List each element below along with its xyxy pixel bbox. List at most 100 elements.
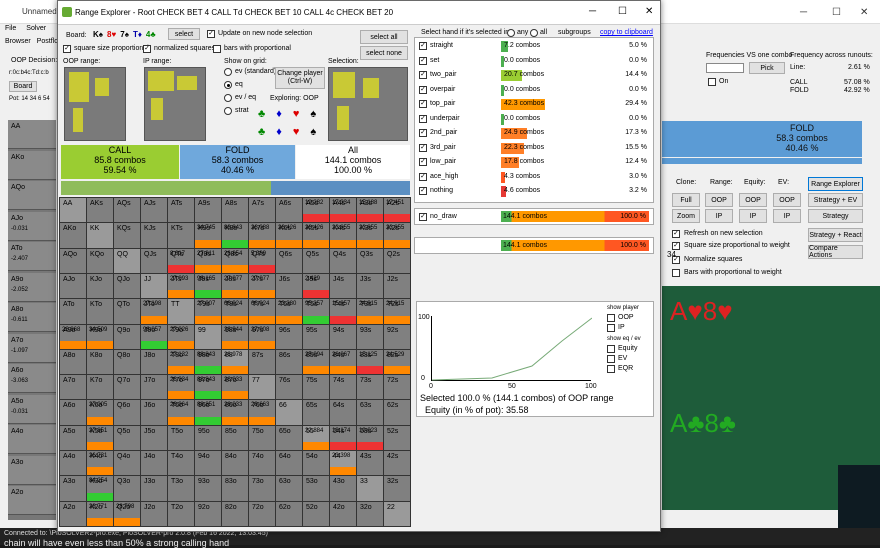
- hand-cell[interactable]: 82o: [222, 501, 248, 526]
- hand-cell[interactable]: 73o: [249, 476, 275, 501]
- hand-cell[interactable]: Q2o 28.798: [114, 501, 140, 526]
- bg-hand-cell[interactable]: A6o -3.063: [8, 364, 56, 393]
- hand-category-row[interactable]: ✓ nothing 4.6 combos 3.2 %: [415, 185, 653, 198]
- hand-cell[interactable]: 95o: [195, 425, 221, 451]
- hand-category-row[interactable]: ✓ top_pair 42.3 combos 29.4 %: [415, 98, 653, 111]
- hand-cell[interactable]: T3o: [168, 476, 194, 501]
- hand-cell[interactable]: Q2s: [384, 248, 410, 273]
- hand-cell[interactable]: 76o 28.663: [249, 400, 275, 425]
- hand-cell[interactable]: K6o 27.005: [87, 400, 113, 425]
- bars-checkbox[interactable]: [672, 269, 680, 277]
- hand-cell[interactable]: 64o: [276, 451, 302, 476]
- hand-cell[interactable]: 86s: [276, 349, 302, 375]
- hand-cell[interactable]: QTs 8.617: [168, 248, 194, 273]
- hand-cell[interactable]: Q3o: [114, 476, 140, 501]
- hand-cell[interactable]: T2o: [168, 501, 194, 526]
- hand-category-row[interactable]: ✓ ace_high 4.3 combos 3.0 %: [415, 171, 653, 184]
- all-action-box[interactable]: All 144.1 combos 100.00 %: [296, 145, 410, 179]
- hand-cell[interactable]: 83o: [222, 476, 248, 501]
- hand-cell[interactable]: ATo: [60, 299, 86, 324]
- hand-cell[interactable]: 86o 26.033: [222, 400, 248, 425]
- hand-cell[interactable]: Q3s: [357, 248, 383, 273]
- hand-cell[interactable]: J4s: [330, 273, 356, 299]
- hand-category-row[interactable]: ✓ 3rd_pair 22.3 combos 15.5 %: [415, 142, 653, 155]
- hand-cell[interactable]: 43o: [330, 476, 356, 501]
- hand-cell[interactable]: K7o: [87, 375, 113, 400]
- ev-ip-button[interactable]: IP: [773, 209, 801, 223]
- heart-icon[interactable]: ♥: [293, 108, 300, 120]
- hand-cell[interactable]: Q4o: [114, 451, 140, 476]
- close-icon[interactable]: ✕: [645, 6, 653, 17]
- hand-cell[interactable]: 77: [249, 375, 275, 400]
- hand-cell[interactable]: K9o 34.509: [87, 324, 113, 349]
- hand-cell[interactable]: J4o: [141, 451, 167, 476]
- hand-cell[interactable]: K3o 84.254: [87, 476, 113, 501]
- hand-cell[interactable]: 74s: [330, 375, 356, 400]
- hand-category-checkbox[interactable]: ✓: [419, 114, 427, 123]
- hand-cell[interactable]: 55 22.884: [303, 425, 329, 451]
- menu-file[interactable]: File: [5, 25, 16, 32]
- hand-cell[interactable]: JTo 27.198: [141, 299, 167, 324]
- hand-cell[interactable]: 88 26.978: [222, 349, 248, 375]
- strategy-react-button[interactable]: Strategy + React: [808, 228, 863, 242]
- hand-cell[interactable]: 75o: [249, 425, 275, 451]
- hand-cell[interactable]: 63s: [357, 400, 383, 425]
- hand-cell[interactable]: 66: [276, 400, 302, 425]
- hand-cell[interactable]: 63o: [276, 476, 302, 501]
- hand-cell[interactable]: A4s 17.334: [330, 198, 356, 223]
- hand-cell[interactable]: 84o: [222, 451, 248, 476]
- bg-hand-cell[interactable]: A7o -1.097: [8, 333, 56, 363]
- hand-cell[interactable]: K5o 27.851: [87, 425, 113, 451]
- hand-cell[interactable]: AQs: [114, 198, 140, 223]
- combo-input[interactable]: [706, 63, 744, 73]
- hand-category-row[interactable]: ✓ low_pair 17.8 combos 12.4 %: [415, 156, 653, 169]
- bg-hand-cell[interactable]: A9o -2.052: [8, 272, 56, 302]
- hand-cell[interactable]: J8s 27.077: [222, 273, 248, 299]
- hand-cell[interactable]: 94o: [195, 451, 221, 476]
- hand-cell[interactable]: A2s 17.451: [384, 198, 410, 223]
- eqr-checkbox[interactable]: [607, 365, 615, 373]
- hand-cell[interactable]: K7s 26.088: [249, 223, 275, 248]
- tab-postflop[interactable]: Postflo: [37, 38, 58, 45]
- hand-cell[interactable]: 54o: [303, 451, 329, 476]
- hand-cell[interactable]: ATs: [168, 198, 194, 223]
- hand-cell[interactable]: 62o: [276, 501, 302, 526]
- hand-cell[interactable]: AQo: [60, 248, 86, 273]
- select-board-button[interactable]: select: [168, 28, 200, 40]
- hand-cell[interactable]: 97o 88.843: [195, 375, 221, 400]
- club-icon[interactable]: ♣: [258, 126, 265, 138]
- hand-cell[interactable]: T4o: [168, 451, 194, 476]
- hand-cell[interactable]: A5s 19.282: [303, 198, 329, 223]
- hand-cell[interactable]: 53o: [303, 476, 329, 501]
- no-draw-checkbox[interactable]: ✓: [419, 213, 427, 221]
- show-oop-checkbox[interactable]: [607, 314, 615, 322]
- diamond-icon[interactable]: ♦: [276, 108, 282, 120]
- ev-standard-radio[interactable]: [224, 68, 232, 76]
- bg-hand-cell[interactable]: A5o -0.031: [8, 394, 56, 424]
- refresh-checkbox[interactable]: ✓: [672, 230, 680, 238]
- hand-category-checkbox[interactable]: ✓: [419, 42, 427, 50]
- hand-cell[interactable]: 32s: [384, 476, 410, 501]
- hand-cell[interactable]: QJo: [114, 273, 140, 299]
- bg-hand-cell[interactable]: A2o: [8, 486, 56, 515]
- hand-cell[interactable]: T8s 66.024: [222, 299, 248, 324]
- range-oop-button[interactable]: OOP: [705, 193, 733, 207]
- hand-cell[interactable]: J2s: [384, 273, 410, 299]
- hand-cell[interactable]: T3s 24.915: [357, 299, 383, 324]
- change-player-button[interactable]: Change player (Ctrl-W): [275, 67, 325, 89]
- hand-cell[interactable]: TT: [168, 299, 194, 324]
- hand-cell[interactable]: QJs: [141, 248, 167, 273]
- hand-cell[interactable]: 74o: [249, 451, 275, 476]
- on-checkbox[interactable]: [708, 78, 716, 86]
- menu-solver[interactable]: Solver: [26, 25, 46, 32]
- range-ip-button[interactable]: IP: [705, 209, 733, 223]
- hand-cell[interactable]: 92s: [384, 324, 410, 349]
- strategy-button[interactable]: Strategy: [808, 209, 863, 223]
- hand-cell[interactable]: T5s 95.357: [303, 299, 329, 324]
- hand-cell[interactable]: QTo: [114, 299, 140, 324]
- hand-cell[interactable]: KJs: [141, 223, 167, 248]
- hand-cell[interactable]: 65s: [303, 400, 329, 425]
- hand-cell[interactable]: KTs: [168, 223, 194, 248]
- update-checkbox[interactable]: ✓: [207, 30, 215, 38]
- hand-cell[interactable]: KK: [87, 223, 113, 248]
